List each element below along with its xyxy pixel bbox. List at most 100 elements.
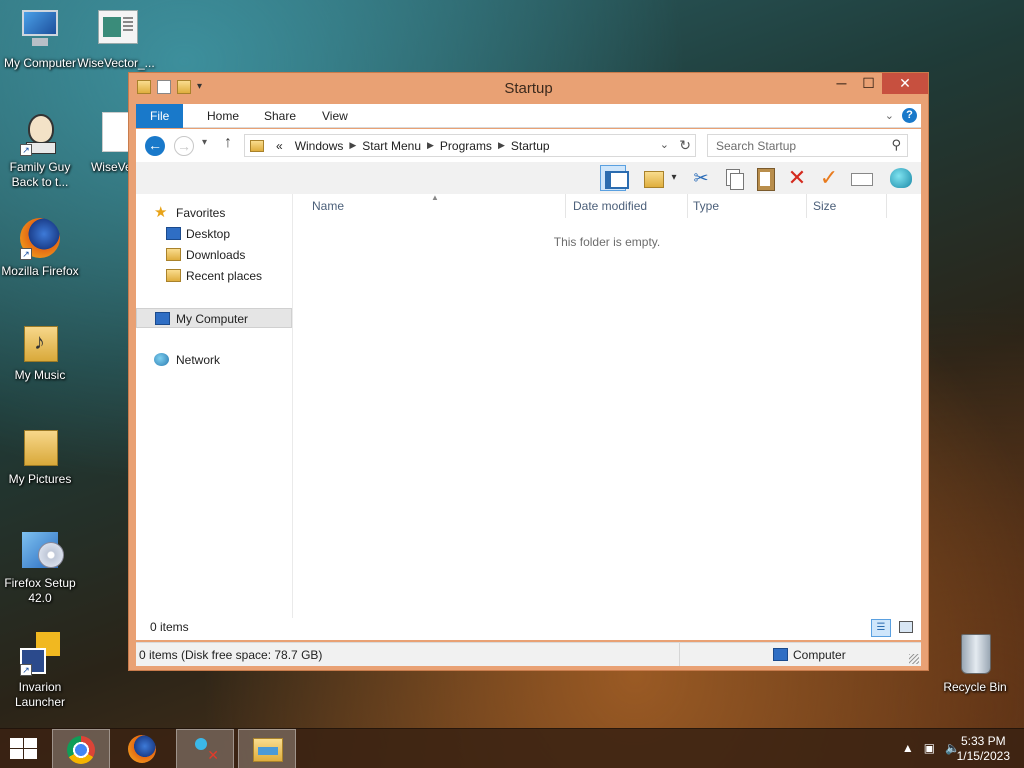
- tab-file[interactable]: File: [136, 104, 184, 128]
- column-divider[interactable]: [565, 194, 566, 218]
- windows-logo-icon: [10, 738, 23, 748]
- resize-grip[interactable]: [909, 654, 919, 664]
- maximize-button[interactable]: ☐: [855, 73, 882, 94]
- help-icon[interactable]: ?: [902, 108, 917, 123]
- column-header-date-modified[interactable]: Date modified: [573, 199, 647, 213]
- column-header-type[interactable]: Type: [693, 199, 719, 213]
- windows-logo-icon: [24, 749, 37, 759]
- desktop-icon-wisevector[interactable]: WiseVector_...: [76, 8, 156, 71]
- star-icon: ★: [154, 204, 168, 221]
- tab-share[interactable]: Share: [250, 104, 310, 128]
- firefox-icon: [128, 735, 156, 763]
- copy-button[interactable]: [720, 165, 746, 191]
- recent-locations-icon[interactable]: ▾: [202, 137, 207, 148]
- clock-date: 1/15/2023: [956, 749, 1010, 763]
- content-area: ★ Favorites Desktop Downloads Recent pla…: [136, 193, 921, 640]
- network-tray-icon[interactable]: ▣: [924, 741, 935, 755]
- start-button[interactable]: [8, 737, 38, 761]
- shell-extension-button[interactable]: [888, 165, 914, 191]
- preview-pane-button[interactable]: [600, 165, 629, 191]
- nav-item-downloads[interactable]: Downloads: [136, 245, 292, 265]
- folder-icon: [250, 139, 264, 152]
- new-folder-button[interactable]: [640, 165, 666, 191]
- breadcrumb-start-menu[interactable]: Start Menu: [356, 139, 427, 153]
- desktop-icon-family-guy[interactable]: ↗ Family Guy Back to t...: [0, 112, 80, 190]
- command-toolbar: ▾ ✂ ✕ ✓: [136, 162, 921, 194]
- tab-view[interactable]: View: [308, 104, 362, 128]
- desktop-icon-my-music[interactable]: ♪ My Music: [0, 320, 80, 383]
- breadcrumb-startup[interactable]: Startup: [505, 139, 556, 153]
- column-divider[interactable]: [886, 194, 887, 218]
- chevron-right-icon[interactable]: ▶: [498, 140, 505, 151]
- taskbar: ▲ ▣ 🔈 5:33 PM 1/15/2023: [0, 728, 1024, 768]
- breadcrumb-programs[interactable]: Programs: [434, 139, 498, 153]
- rename-button[interactable]: ✓: [816, 165, 842, 191]
- windows-logo-icon: [24, 738, 37, 748]
- status-bar: 0 items (Disk free space: 78.7 GB) Compu…: [136, 642, 921, 666]
- details-view-button[interactable]: ☰: [871, 619, 891, 637]
- tab-home[interactable]: Home: [193, 104, 253, 128]
- show-hidden-icons-icon[interactable]: ▲: [902, 741, 914, 755]
- breadcrumb-windows[interactable]: Windows: [289, 139, 350, 153]
- large-icons-view-button[interactable]: [899, 621, 913, 633]
- address-bar[interactable]: « Windows ▶ Start Menu ▶ Programs ▶ Star…: [244, 134, 696, 157]
- expand-ribbon-icon[interactable]: ⌄: [885, 109, 894, 122]
- nav-item-favorites[interactable]: ★ Favorites: [136, 203, 292, 223]
- chevron-right-icon[interactable]: ▶: [349, 140, 356, 151]
- nav-item-recent-places[interactable]: Recent places: [136, 266, 292, 286]
- refresh-icon[interactable]: ↻: [679, 137, 691, 154]
- column-divider[interactable]: [687, 194, 688, 218]
- taskbar-chrome-button[interactable]: [52, 729, 110, 768]
- desktop-icon-label: Invarion Launcher: [14, 680, 66, 709]
- search-input[interactable]: Search Startup ⚲: [707, 134, 908, 157]
- status-disk-space: 0 items (Disk free space: 78.7 GB): [139, 648, 323, 662]
- column-divider[interactable]: [806, 194, 807, 218]
- desktop-icon: [166, 227, 181, 240]
- nav-item-my-computer[interactable]: My Computer: [136, 308, 292, 328]
- search-icon[interactable]: ⚲: [891, 137, 901, 153]
- computer-icon: [773, 648, 788, 661]
- column-header-size[interactable]: Size: [813, 199, 836, 213]
- taskbar-firefox-button[interactable]: [114, 729, 172, 768]
- column-headers: ▲ Name Date modified Type Size: [293, 193, 921, 218]
- clock-time: 5:33 PM: [960, 734, 1006, 748]
- nav-item-desktop[interactable]: Desktop: [136, 224, 292, 244]
- desktop-icon-label: My Computer: [3, 56, 77, 70]
- firefox-icon: ↗: [18, 216, 62, 260]
- taskbar-explorer-button[interactable]: [238, 729, 296, 768]
- taskbar-people-button[interactable]: [176, 729, 234, 768]
- column-header-name[interactable]: Name: [312, 199, 344, 213]
- pictures-folder-icon: [18, 424, 62, 468]
- desktop-icon-label: Family Guy Back to t...: [9, 160, 71, 189]
- nav-item-label: Desktop: [186, 227, 231, 241]
- ribbon-tabs: File Home Share View ⌄ ?: [136, 104, 921, 128]
- close-button[interactable]: ✕: [882, 73, 928, 94]
- desktop-icon-firefox-setup[interactable]: Firefox Setup 42.0: [0, 528, 80, 606]
- clock[interactable]: 5:33 PM 1/15/2023: [957, 734, 1010, 764]
- desktop-icon-recycle-bin[interactable]: Recycle Bin: [935, 632, 1015, 695]
- recent-places-icon: [166, 269, 181, 282]
- empty-folder-message: This folder is empty.: [553, 235, 661, 249]
- desktop-icon-label: Recycle Bin: [943, 680, 1007, 694]
- desktop-icon-my-computer[interactable]: My Computer: [0, 8, 80, 71]
- desktop-icon-firefox[interactable]: ↗ Mozilla Firefox: [0, 216, 80, 279]
- file-explorer-icon: [253, 738, 283, 762]
- items-count: 0 items: [150, 620, 189, 634]
- breadcrumb-overflow[interactable]: «: [270, 139, 289, 153]
- chevron-down-icon[interactable]: ▾: [668, 165, 680, 191]
- chevron-down-icon[interactable]: ⌄: [660, 138, 669, 151]
- paste-button[interactable]: [752, 165, 778, 191]
- cut-button[interactable]: ✂: [688, 165, 714, 191]
- document-icon: [94, 8, 138, 52]
- title-bar[interactable]: ▾ Startup ─ ☐ ✕: [129, 73, 928, 103]
- nav-item-network[interactable]: Network: [136, 350, 292, 370]
- minimize-button[interactable]: ─: [828, 73, 855, 94]
- forward-button[interactable]: →: [174, 136, 194, 156]
- delete-button[interactable]: ✕: [784, 165, 810, 191]
- desktop-icon-invarion-launcher[interactable]: ↗ Invarion Launcher: [0, 632, 80, 710]
- up-button[interactable]: ↑: [224, 134, 232, 152]
- desktop-icon-my-pictures[interactable]: My Pictures: [0, 424, 80, 487]
- chevron-right-icon[interactable]: ▶: [427, 140, 434, 151]
- back-button[interactable]: ←: [145, 136, 165, 156]
- properties-button[interactable]: [848, 165, 874, 191]
